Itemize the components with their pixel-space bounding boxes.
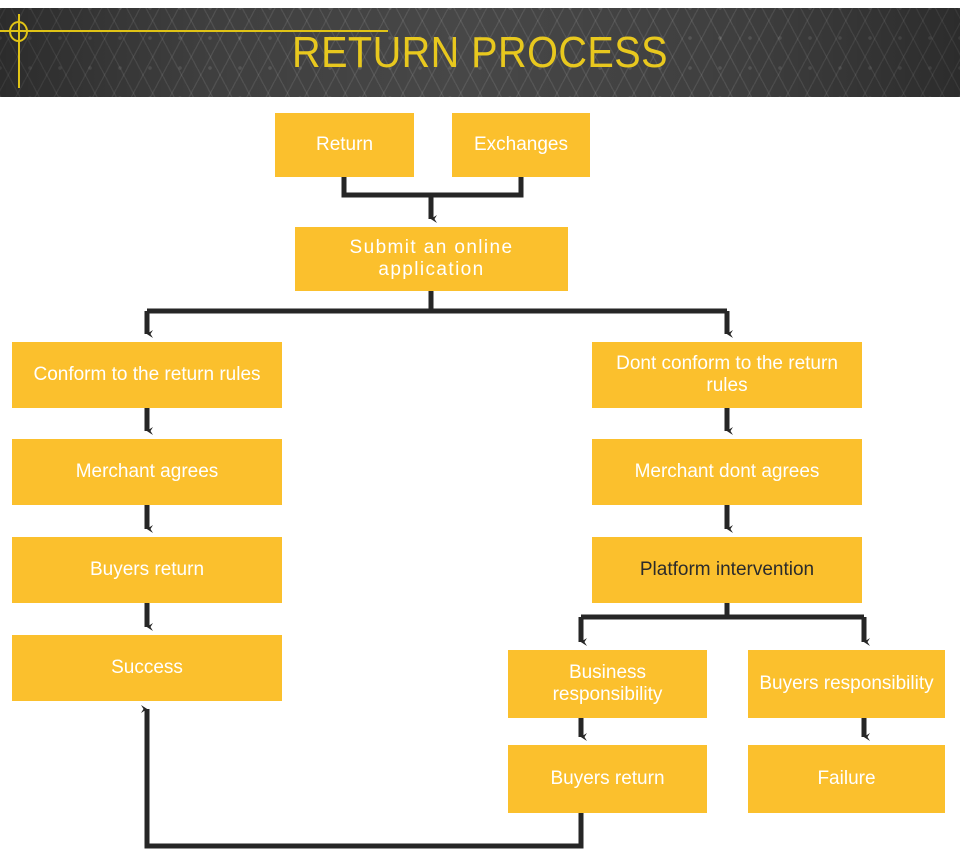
flow-node-label: Conform to the return rules <box>33 363 261 385</box>
flowchart-page: RETURN PROCESS Return Exchanges Submit a… <box>0 0 960 850</box>
crosshair-circle-icon <box>9 21 28 42</box>
flow-node-merchant-agrees: Merchant agrees <box>12 439 282 505</box>
flow-node-success: Success <box>12 635 282 701</box>
flow-node-not-conform: Dont conform to the return rules <box>592 342 862 408</box>
flow-node-label: Merchant agrees <box>75 460 219 482</box>
flow-node-business-resp: Business responsibility <box>508 650 707 718</box>
flow-node-buyers-resp: Buyers responsibility <box>748 650 945 718</box>
flow-node-label: Exchanges <box>473 133 568 155</box>
flow-node-failure: Failure <box>748 745 945 813</box>
flow-node-exchanges: Exchanges <box>452 113 590 177</box>
flow-node-label: Failure <box>817 767 876 789</box>
flow-node-label: Buyers return <box>89 558 205 580</box>
edge-platform-split-left <box>581 603 730 620</box>
flow-node-label: Buyers return <box>550 767 665 789</box>
flow-node-label: Submit an online application <box>349 236 514 280</box>
flow-node-merchant-refuses: Merchant dont agrees <box>592 439 862 505</box>
page-title: RETURN PROCESS <box>292 27 668 77</box>
flow-node-buyers-return-r: Buyers return <box>508 745 707 813</box>
flow-node-label: Success <box>111 656 183 678</box>
flow-node-label: Buyers responsibility <box>759 672 934 694</box>
flow-node-label: Return <box>315 133 374 155</box>
flow-node-label: Merchant dont agrees <box>634 460 820 482</box>
flow-node-label: Platform intervention <box>639 558 815 580</box>
flow-node-buyers-return-l: Buyers return <box>12 537 282 603</box>
edge-exchanges-to-submit <box>496 177 524 198</box>
flow-node-submit: Submit an online application <box>295 227 568 291</box>
flow-node-label: Business responsibility <box>552 661 663 705</box>
flow-node-platform: Platform intervention <box>592 537 862 603</box>
flowchart-canvas: Return Exchanges Submit an online applicat… <box>0 97 960 850</box>
flow-node-return: Return <box>275 113 414 177</box>
edge-return-to-submit <box>341 177 496 198</box>
flow-node-conform: Conform to the return rules <box>12 342 282 408</box>
flow-node-label: Dont conform to the return rules <box>616 352 838 396</box>
page-header-banner: RETURN PROCESS <box>0 8 960 97</box>
edge-submit-split-left <box>147 291 434 314</box>
